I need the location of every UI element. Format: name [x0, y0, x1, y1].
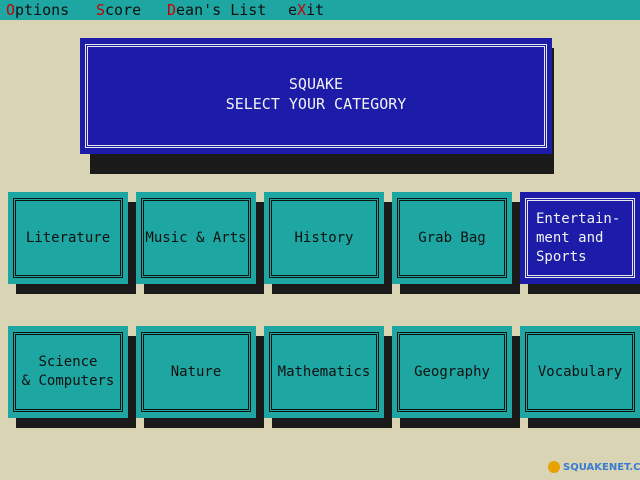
menu-score[interactable]: Score	[96, 0, 141, 20]
category-tile-7[interactable]: Nature	[136, 326, 256, 418]
title-panel: SQUAKE SELECT YOUR CATEGORY	[80, 38, 552, 154]
category-tile-9[interactable]: Geography	[392, 326, 512, 418]
category-tile-wrapper: Geography	[392, 326, 520, 428]
menu-exit-hotkey: X	[297, 1, 307, 19]
category-tile-wrapper: Entertain- ment and Sports	[520, 192, 640, 294]
menu-score-hotkey: S	[96, 1, 106, 19]
category-label: History	[294, 229, 354, 246]
menu-options[interactable]: Options	[6, 0, 69, 20]
menu-exit-suffix: it	[306, 1, 325, 19]
category-tile-wrapper: Literature	[8, 192, 136, 294]
category-tile-4[interactable]: Grab Bag	[392, 192, 512, 284]
watermark-logo-icon	[548, 461, 560, 473]
category-tile-wrapper: Science & Computers	[8, 326, 136, 428]
category-label: Music & Arts	[145, 229, 247, 246]
menu-exit-prefix: e	[288, 1, 298, 19]
category-label: Entertain- ment and Sports	[536, 210, 621, 265]
menu-bar: Options Score Dean's List eXit	[0, 0, 640, 20]
menu-score-label: core	[105, 1, 142, 19]
category-label: Nature	[170, 363, 222, 380]
category-tile-wrapper: Music & Arts	[136, 192, 264, 294]
category-tile-wrapper: History	[264, 192, 392, 294]
category-tile-wrapper: Grab Bag	[392, 192, 520, 294]
menu-exit[interactable]: eXit	[288, 0, 324, 20]
menu-deans-list-hotkey: D	[167, 1, 177, 19]
category-label: Geography	[414, 363, 490, 380]
prompt-text: SELECT YOUR CATEGORY	[225, 95, 407, 113]
category-tile-6[interactable]: Science & Computers	[8, 326, 128, 418]
category-tile-wrapper: Mathematics	[264, 326, 392, 428]
category-label: Mathematics	[277, 363, 371, 380]
watermark-text: SQUAKENET.COM	[563, 461, 640, 473]
category-tile-1[interactable]: Literature	[8, 192, 128, 284]
category-label: Vocabulary	[537, 363, 623, 380]
title-text: SQUAKE SELECT YOUR CATEGORY	[80, 74, 552, 114]
category-tile-2[interactable]: Music & Arts	[136, 192, 256, 284]
category-tile-wrapper: Nature	[136, 326, 264, 428]
category-tile-10[interactable]: Vocabulary	[520, 326, 640, 418]
game-title: SQUAKE	[288, 75, 344, 93]
category-label: Literature	[25, 229, 111, 246]
menu-options-hotkey: O	[6, 1, 16, 19]
category-tile-3[interactable]: History	[264, 192, 384, 284]
category-tile-wrapper: Vocabulary	[520, 326, 640, 428]
menu-deans-list-label: ean's List	[176, 1, 267, 19]
category-label: Science & Computers	[21, 354, 115, 389]
watermark: SQUAKENET.COM	[548, 458, 640, 476]
category-tile-8[interactable]: Mathematics	[264, 326, 384, 418]
menu-options-label: ptions	[15, 1, 70, 19]
menu-deans-list[interactable]: Dean's List	[167, 0, 266, 20]
category-label: Grab Bag	[418, 229, 486, 246]
category-tile-5[interactable]: Entertain- ment and Sports	[520, 192, 640, 284]
